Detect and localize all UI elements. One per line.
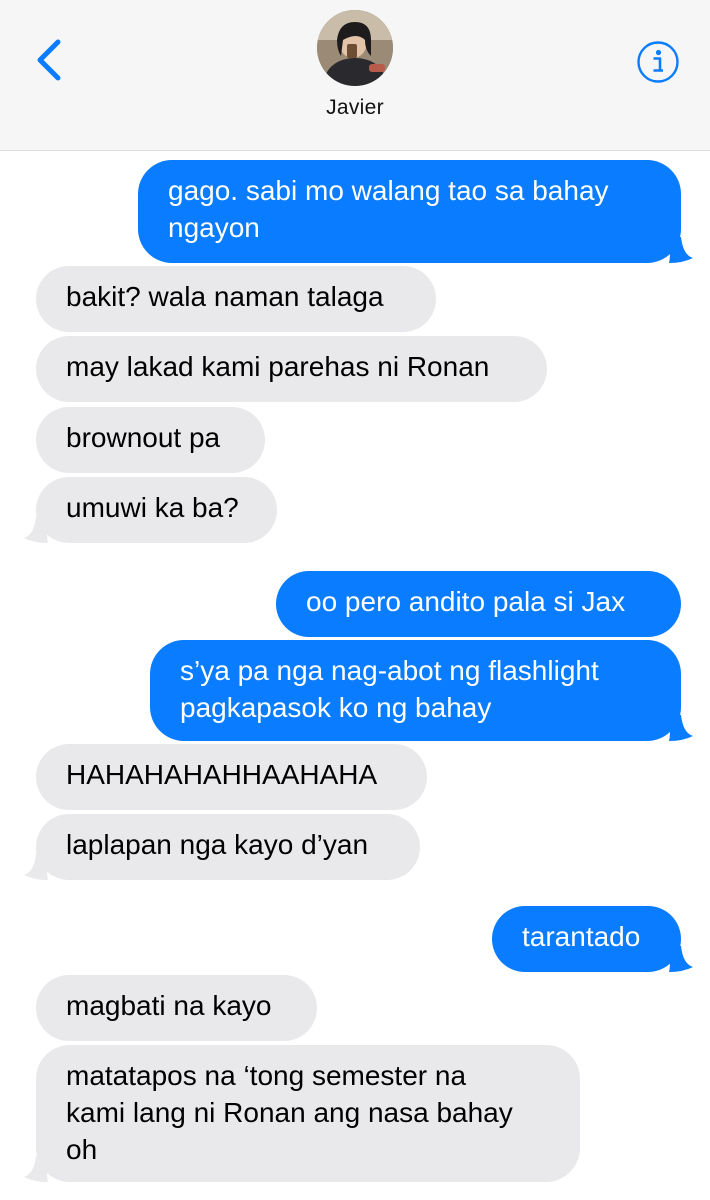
message-text-line: gago. sabi mo walang tao sa bahay (168, 175, 609, 206)
incoming-message-bubble[interactable]: brownout pa (36, 407, 265, 473)
outgoing-message-bubble[interactable]: oo pero andito pala si Jax (276, 571, 681, 637)
incoming-message-bubble[interactable]: bakit? wala naman talaga (36, 266, 436, 332)
message-text-line: bakit? wala naman talaga (66, 281, 384, 312)
message-text-line: ngayon (168, 212, 260, 243)
message-text-line: HAHAHAHAHHAAHAHA (66, 759, 378, 790)
incoming-message-bubble[interactable]: HAHAHAHAHHAAHAHA (36, 744, 427, 810)
incoming-message-bubble[interactable]: magbati na kayo (36, 975, 317, 1041)
conversation-header: Javier (0, 0, 710, 151)
back-button[interactable] (30, 36, 70, 84)
message-text-line: magbati na kayo (66, 990, 272, 1021)
message-text-line: may lakad kami parehas ni Ronan (66, 351, 490, 382)
incoming-message-bubble[interactable]: umuwi ka ba? (36, 477, 277, 543)
message-text-line: umuwi ka ba? (66, 492, 239, 523)
message-text-line: oh (66, 1134, 98, 1165)
message-text-line: tarantado (522, 921, 641, 952)
chevron-left-icon (37, 39, 61, 81)
incoming-message-bubble[interactable]: laplapan nga kayo d’yan (36, 814, 420, 880)
incoming-message-bubble[interactable]: may lakad kami parehas ni Ronan (36, 336, 547, 402)
message-text-line: pagkapasok ko ng bahay (180, 692, 492, 723)
message-text-line: s’ya pa nga nag-abot ng flashlight (180, 655, 599, 686)
incoming-message-bubble[interactable]: matatapos na ‘tong semester na kami lang … (36, 1045, 580, 1182)
message-text-line: laplapan nga kayo d’yan (66, 829, 369, 860)
outgoing-message-bubble[interactable]: gago. sabi mo walang tao sa bahay ngayon (138, 160, 681, 263)
outgoing-message-bubble[interactable]: s’ya pa nga nag-abot ng flashlight pagkap… (150, 640, 681, 741)
outgoing-message-bubble[interactable]: tarantado (492, 906, 681, 972)
message-text-line: oo pero andito pala si Jax (306, 586, 626, 617)
message-text-line: matatapos na ‘tong semester na (66, 1060, 467, 1091)
contact-avatar[interactable] (317, 10, 393, 86)
message-text-line: brownout pa (66, 422, 221, 453)
info-button[interactable] (636, 40, 680, 84)
avatar-photo (317, 10, 393, 86)
contact-name[interactable]: Javier (0, 96, 710, 120)
message-text-line: kami lang ni Ronan ang nasa bahay (66, 1097, 513, 1128)
message-thread: gago. sabi mo walang tao sa bahay ngayon b… (0, 150, 710, 1200)
info-circle-icon (637, 41, 679, 83)
